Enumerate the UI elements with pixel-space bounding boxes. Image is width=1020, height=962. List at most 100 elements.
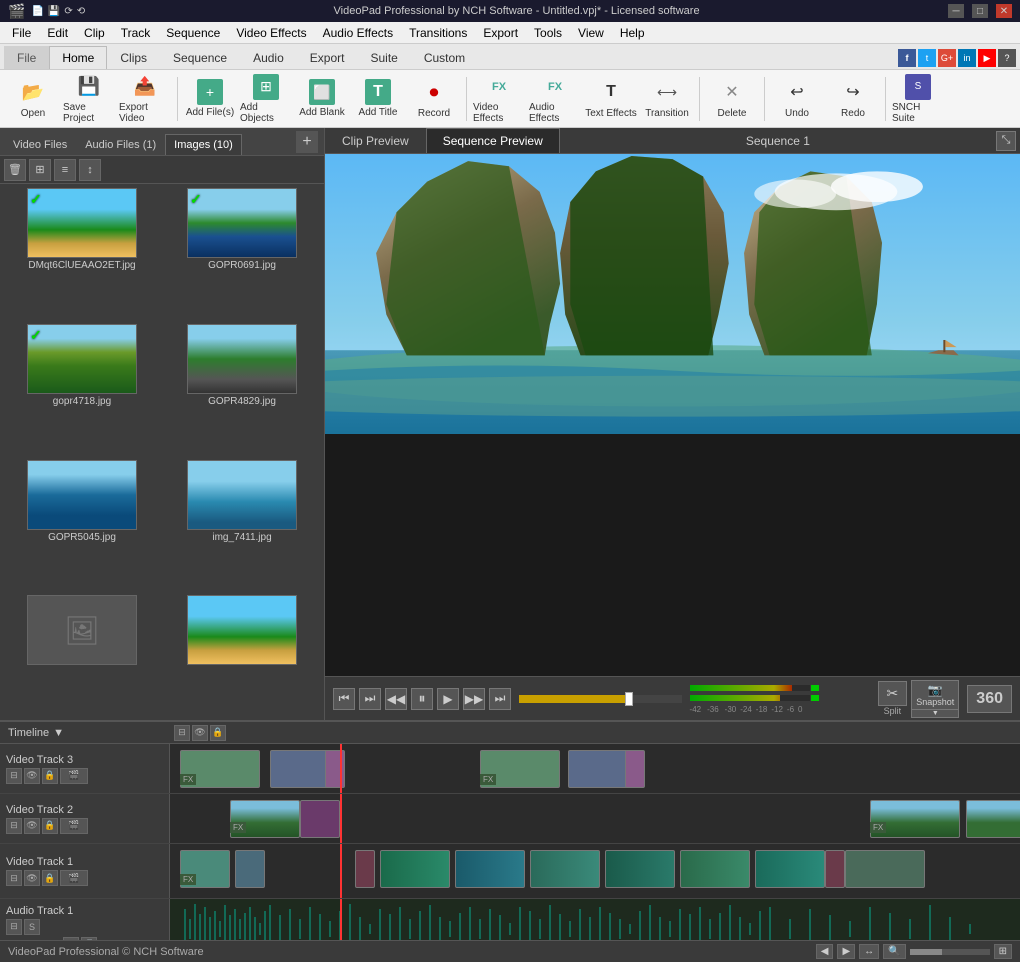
track-lock-btn[interactable]: ⊟ xyxy=(6,818,22,834)
track-vis-btn[interactable]: 👁 xyxy=(24,818,40,834)
clip-block[interactable] xyxy=(325,750,345,788)
clip-block[interactable] xyxy=(966,800,1020,838)
track-vis-btn[interactable]: 👁 xyxy=(24,768,40,784)
track-mute-btn[interactable]: 🔒 xyxy=(42,818,58,834)
close-button[interactable]: ✕ xyxy=(996,4,1012,18)
track-vis-btn[interactable]: 👁 xyxy=(24,870,40,886)
save-project-button[interactable]: 💾 Save Project xyxy=(62,73,116,125)
tab-images[interactable]: Images (10) xyxy=(165,134,242,155)
menu-help[interactable]: Help xyxy=(612,24,653,42)
fit-timeline-btn[interactable]: ⊞ xyxy=(994,944,1012,959)
export-video-button[interactable]: 📤 Export Video xyxy=(118,73,172,125)
track-speaker-btn[interactable]: 🔊 xyxy=(81,937,97,941)
clip-block[interactable] xyxy=(845,850,925,888)
tab-sequence[interactable]: Sequence xyxy=(160,46,240,69)
list-item[interactable]: GOPR4829.jpg xyxy=(164,324,320,456)
go-end-button[interactable]: ⏭ xyxy=(489,688,511,710)
menu-transitions[interactable]: Transitions xyxy=(401,24,475,42)
list-item[interactable]: GOPR5045.jpg xyxy=(4,460,160,592)
snapshot-button[interactable]: 📷 Snapshot xyxy=(911,680,959,710)
track-mute-btn[interactable]: 🔒 xyxy=(42,768,58,784)
menu-track[interactable]: Track xyxy=(113,24,159,42)
list-item[interactable]: img_7411.jpg xyxy=(164,460,320,592)
track-fx-btn[interactable]: 🎬 xyxy=(60,768,88,784)
text-effects-button[interactable]: T Text Effects xyxy=(584,73,638,125)
media-tool-sort[interactable]: ↕ xyxy=(79,159,101,181)
add-title-button[interactable]: T Add Title xyxy=(351,73,405,125)
track-mute-btn[interactable]: ⊟ xyxy=(6,919,22,935)
tab-sequence-preview[interactable]: Sequence Preview xyxy=(426,128,560,153)
tab-audio-files[interactable]: Audio Files (1) xyxy=(76,134,165,155)
pause-button[interactable]: ⏸ xyxy=(411,688,433,710)
menu-video-effects[interactable]: Video Effects xyxy=(228,24,314,42)
snapshot-dropdown-arrow[interactable]: ▼ xyxy=(911,710,959,718)
list-item[interactable]: 🖼 xyxy=(4,595,160,716)
video-effects-button[interactable]: FX Video Effects xyxy=(472,73,526,125)
media-tool-grid[interactable]: ⊞ xyxy=(29,159,51,181)
nch-suite-button[interactable]: S SNCH Suite xyxy=(891,73,945,125)
delete-button[interactable]: ✕ Delete xyxy=(705,73,759,125)
tab-video-files[interactable]: Video Files xyxy=(4,134,76,155)
zoom-out-status[interactable]: ↔ xyxy=(859,944,879,959)
menu-sequence[interactable]: Sequence xyxy=(158,24,228,42)
clip-block[interactable] xyxy=(270,750,330,788)
split-button[interactable]: ✂ xyxy=(878,681,908,706)
clip-block[interactable] xyxy=(300,800,340,838)
redo-button[interactable]: ↪ Redo xyxy=(826,73,880,125)
media-tool-delete[interactable]: 🗑 xyxy=(4,159,26,181)
clip-block[interactable] xyxy=(530,850,600,888)
add-objects-button[interactable]: ⊞ Add Objects xyxy=(239,73,293,125)
menu-clip[interactable]: Clip xyxy=(76,24,113,42)
menu-view[interactable]: View xyxy=(570,24,612,42)
window-controls[interactable]: ─ □ ✕ xyxy=(948,4,1012,18)
clip-block[interactable] xyxy=(680,850,750,888)
tab-clips[interactable]: Clips xyxy=(107,46,160,69)
minimize-button[interactable]: ─ xyxy=(948,4,964,18)
tab-home[interactable]: Home xyxy=(49,46,107,69)
clip-block[interactable] xyxy=(825,850,845,888)
zoom-in-status[interactable]: 🔍 xyxy=(883,944,905,959)
play-button[interactable]: ▶ xyxy=(437,688,459,710)
transition-button[interactable]: ⟷ Transition xyxy=(640,73,694,125)
list-item[interactable]: ✓ GOPR0691.jpg xyxy=(164,188,320,320)
clip-block[interactable] xyxy=(625,750,645,788)
menu-audio-effects[interactable]: Audio Effects xyxy=(315,24,402,42)
tab-custom[interactable]: Custom xyxy=(411,46,478,69)
menu-export[interactable]: Export xyxy=(475,24,526,42)
ff-button[interactable]: ▶▶ xyxy=(463,688,485,710)
next-frame-status[interactable]: ▶ xyxy=(837,944,855,959)
track-mute-btn[interactable]: 🔒 xyxy=(42,870,58,886)
menu-tools[interactable]: Tools xyxy=(526,24,570,42)
rewind-button[interactable]: ◀◀ xyxy=(385,688,407,710)
tab-file[interactable]: File xyxy=(4,46,49,69)
track-fx-btn[interactable]: FX xyxy=(63,937,79,941)
clip-block[interactable] xyxy=(235,850,265,888)
prev-frame-button[interactable]: ⏭ xyxy=(359,688,381,710)
playback-progress[interactable] xyxy=(519,695,682,703)
add-blank-button[interactable]: ⬜ Add Blank xyxy=(295,73,349,125)
list-item[interactable]: ✓ DMqt6ClUEAAO2ET.jpg xyxy=(4,188,160,320)
media-tool-list[interactable]: ≡ xyxy=(54,159,76,181)
add-files-button[interactable]: + Add File(s) xyxy=(183,73,237,125)
zoom-slider[interactable] xyxy=(910,949,990,955)
menu-file[interactable]: File xyxy=(4,24,39,42)
maximize-button[interactable]: □ xyxy=(972,4,988,18)
preview-expand-button[interactable]: ⤡ xyxy=(996,131,1016,151)
track-solo-btn[interactable]: S xyxy=(24,919,40,935)
tab-suite[interactable]: Suite xyxy=(357,46,410,69)
add-media-button[interactable]: + xyxy=(296,131,318,153)
tab-export[interactable]: Export xyxy=(297,46,358,69)
tab-clip-preview[interactable]: Clip Preview xyxy=(325,128,426,153)
timeline-dropdown-icon[interactable]: ▼ xyxy=(53,727,64,739)
menu-edit[interactable]: Edit xyxy=(39,24,76,42)
open-button[interactable]: 📂 Open xyxy=(6,73,60,125)
clip-block[interactable] xyxy=(755,850,825,888)
record-button[interactable]: ⏺ Record xyxy=(407,73,461,125)
clip-block[interactable] xyxy=(568,750,628,788)
clip-block[interactable] xyxy=(605,850,675,888)
clip-block[interactable] xyxy=(455,850,525,888)
clip-block[interactable] xyxy=(380,850,450,888)
track-lock-btn[interactable]: ⊟ xyxy=(6,870,22,886)
360-button[interactable]: 360 xyxy=(967,685,1012,713)
go-start-button[interactable]: ⏮ xyxy=(333,688,355,710)
